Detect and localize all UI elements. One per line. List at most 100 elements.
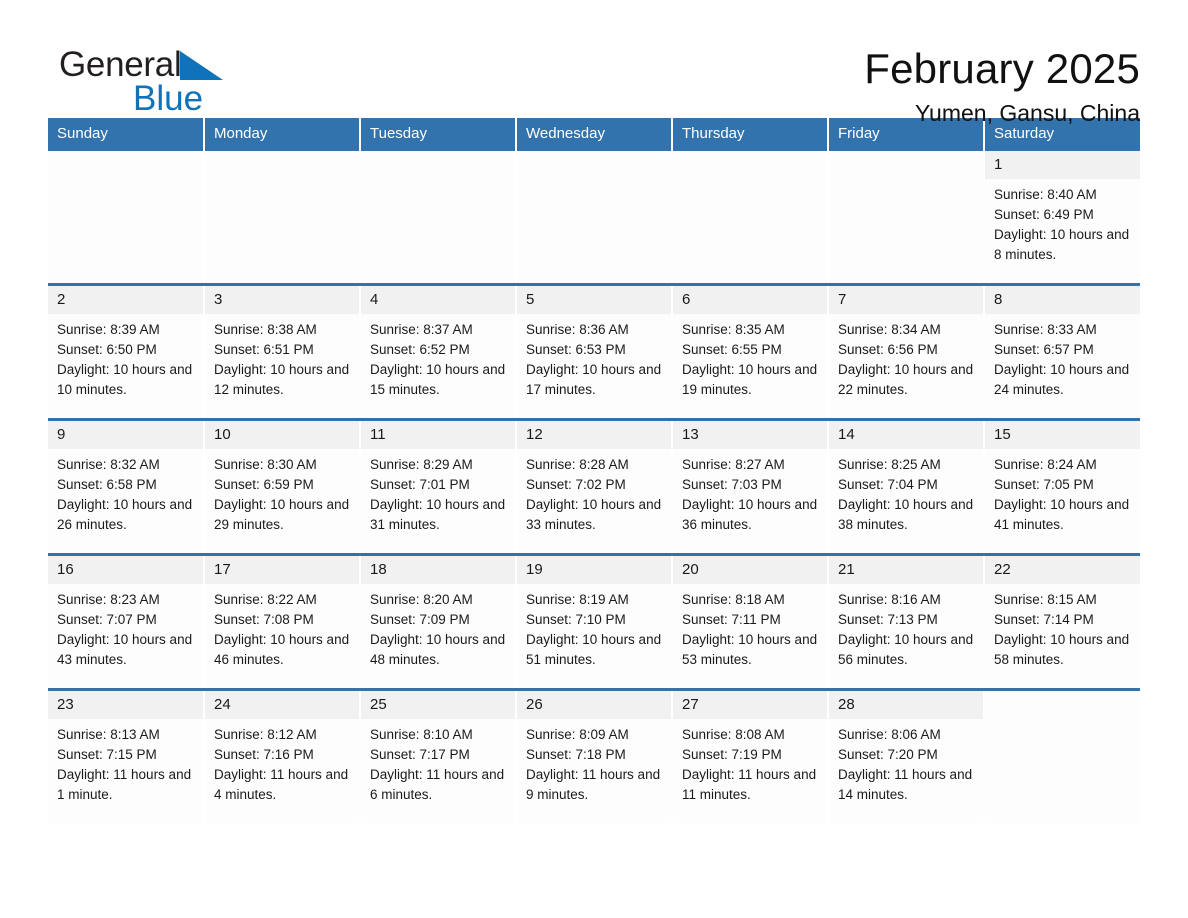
calendar-day-cell[interactable]: 28 Sunrise: 8:06 AM Sunset: 7:20 PM Dayligh… <box>828 688 985 823</box>
day-details: Sunrise: 8:18 AM Sunset: 7:11 PM Daylight:… <box>673 584 827 670</box>
sunrise-text: Sunrise: 8:35 AM <box>682 322 785 337</box>
calendar-day-cell[interactable]: 5 Sunrise: 8:36 AM Sunset: 6:53 PM Daylight… <box>516 283 673 420</box>
cell-inner: 12 Sunrise: 8:28 AM Sunset: 7:02 PM Dayligh… <box>517 421 671 553</box>
daylight-text: Daylight: 10 hours and 10 minutes. <box>57 362 193 397</box>
daylight-text: Daylight: 10 hours and 8 minutes. <box>994 227 1130 262</box>
sunrise-text: Sunrise: 8:40 AM <box>994 187 1097 202</box>
calendar-day-cell[interactable]: 15 Sunrise: 8:24 AM Sunset: 7:05 PM Dayligh… <box>984 418 1140 555</box>
calendar-day-cell[interactable]: 25 Sunrise: 8:10 AM Sunset: 7:17 PM Dayligh… <box>360 688 517 823</box>
sunrise-text: Sunrise: 8:36 AM <box>526 322 629 337</box>
day-number: 25 <box>361 691 515 719</box>
cell-inner: 13 Sunrise: 8:27 AM Sunset: 7:03 PM Dayligh… <box>673 421 827 553</box>
sunset-text: Sunset: 7:03 PM <box>682 477 782 492</box>
weekday-header-tuesday: Tuesday <box>360 118 517 151</box>
calendar-day-cell[interactable]: 4 Sunrise: 8:37 AM Sunset: 6:52 PM Daylight… <box>360 283 517 420</box>
sunrise-text: Sunrise: 8:18 AM <box>682 592 785 607</box>
page-header: General Blue February 2025 Yumen, Gansu,… <box>48 0 1140 126</box>
calendar-day-cell[interactable]: 27 Sunrise: 8:08 AM Sunset: 7:19 PM Dayligh… <box>672 688 829 823</box>
day-number: 28 <box>829 691 983 719</box>
calendar-day-cell[interactable]: 10 Sunrise: 8:30 AM Sunset: 6:59 PM Dayligh… <box>204 418 361 555</box>
sunset-text: Sunset: 7:02 PM <box>526 477 626 492</box>
sunrise-text: Sunrise: 8:29 AM <box>370 457 473 472</box>
day-number: 20 <box>673 556 827 584</box>
cell-inner: 25 Sunrise: 8:10 AM Sunset: 7:17 PM Dayligh… <box>361 691 515 823</box>
daylight-text: Daylight: 10 hours and 15 minutes. <box>370 362 506 397</box>
calendar-day-cell[interactable]: 13 Sunrise: 8:27 AM Sunset: 7:03 PM Dayligh… <box>672 418 829 555</box>
calendar-day-cell[interactable]: 26 Sunrise: 8:09 AM Sunset: 7:18 PM Dayligh… <box>516 688 673 823</box>
calendar-day-cell[interactable]: 7 Sunrise: 8:34 AM Sunset: 6:56 PM Daylight… <box>828 283 985 420</box>
day-details: Sunrise: 8:27 AM Sunset: 7:03 PM Daylight:… <box>673 449 827 535</box>
day-details: Sunrise: 8:38 AM Sunset: 6:51 PM Daylight:… <box>205 314 359 400</box>
calendar-day-cell[interactable]: 19 Sunrise: 8:19 AM Sunset: 7:10 PM Dayligh… <box>516 553 673 690</box>
calendar-day-cell[interactable]: 1 Sunrise: 8:40 AM Sunset: 6:49 PM Daylight… <box>984 151 1140 285</box>
cell-inner <box>985 691 1140 823</box>
calendar-day-cell[interactable]: 16 Sunrise: 8:23 AM Sunset: 7:07 PM Dayligh… <box>48 553 205 690</box>
calendar-day-cell[interactable]: 22 Sunrise: 8:15 AM Sunset: 7:14 PM Dayligh… <box>984 553 1140 690</box>
calendar-day-cell[interactable]: 11 Sunrise: 8:29 AM Sunset: 7:01 PM Dayligh… <box>360 418 517 555</box>
calendar-cell-empty <box>360 151 517 285</box>
day-details: Sunrise: 8:22 AM Sunset: 7:08 PM Daylight:… <box>205 584 359 670</box>
calendar-day-cell[interactable]: 17 Sunrise: 8:22 AM Sunset: 7:08 PM Dayligh… <box>204 553 361 690</box>
calendar-page: General Blue February 2025 Yumen, Gansu,… <box>0 0 1188 918</box>
sunset-text: Sunset: 6:51 PM <box>214 342 314 357</box>
daylight-text: Daylight: 10 hours and 46 minutes. <box>214 632 350 667</box>
daylight-text: Daylight: 10 hours and 17 minutes. <box>526 362 662 397</box>
sunset-text: Sunset: 6:55 PM <box>682 342 782 357</box>
day-number: 15 <box>985 421 1140 449</box>
sunset-text: Sunset: 6:57 PM <box>994 342 1094 357</box>
calendar-day-cell[interactable]: 3 Sunrise: 8:38 AM Sunset: 6:51 PM Daylight… <box>204 283 361 420</box>
calendar-day-cell[interactable]: 12 Sunrise: 8:28 AM Sunset: 7:02 PM Dayligh… <box>516 418 673 555</box>
cell-inner <box>517 151 671 283</box>
calendar-week-row: 2 Sunrise: 8:39 AM Sunset: 6:50 PM Daylight… <box>48 283 1140 420</box>
calendar-week-row: 1 Sunrise: 8:40 AM Sunset: 6:49 PM Daylight… <box>48 151 1140 285</box>
logo-text-general: General <box>59 45 182 84</box>
day-number: 21 <box>829 556 983 584</box>
day-number: 1 <box>985 151 1140 179</box>
day-number: 17 <box>205 556 359 584</box>
day-number: 6 <box>673 286 827 314</box>
cell-inner: 24 Sunrise: 8:12 AM Sunset: 7:16 PM Dayligh… <box>205 691 359 823</box>
sunrise-text: Sunrise: 8:09 AM <box>526 727 629 742</box>
sunrise-text: Sunrise: 8:25 AM <box>838 457 941 472</box>
calendar-week-row: 9 Sunrise: 8:32 AM Sunset: 6:58 PM Daylight… <box>48 418 1140 555</box>
cell-inner <box>829 151 983 283</box>
cell-inner: 16 Sunrise: 8:23 AM Sunset: 7:07 PM Dayligh… <box>48 556 203 688</box>
daylight-text: Daylight: 10 hours and 48 minutes. <box>370 632 506 667</box>
day-number: 18 <box>361 556 515 584</box>
calendar-day-cell[interactable]: 2 Sunrise: 8:39 AM Sunset: 6:50 PM Daylight… <box>48 283 205 420</box>
calendar-day-cell[interactable]: 8 Sunrise: 8:33 AM Sunset: 6:57 PM Daylight… <box>984 283 1140 420</box>
calendar-day-cell[interactable]: 14 Sunrise: 8:25 AM Sunset: 7:04 PM Dayligh… <box>828 418 985 555</box>
day-number <box>985 691 1140 719</box>
title-block: February 2025 Yumen, Gansu, China <box>864 44 1140 128</box>
cell-inner: 23 Sunrise: 8:13 AM Sunset: 7:15 PM Dayligh… <box>48 691 203 823</box>
weekday-header-thursday: Thursday <box>672 118 829 151</box>
calendar-day-cell[interactable]: 23 Sunrise: 8:13 AM Sunset: 7:15 PM Dayligh… <box>48 688 205 823</box>
day-number: 13 <box>673 421 827 449</box>
daylight-text: Daylight: 10 hours and 22 minutes. <box>838 362 974 397</box>
calendar-day-cell[interactable]: 6 Sunrise: 8:35 AM Sunset: 6:55 PM Daylight… <box>672 283 829 420</box>
daylight-text: Daylight: 10 hours and 24 minutes. <box>994 362 1130 397</box>
cell-inner: 14 Sunrise: 8:25 AM Sunset: 7:04 PM Dayligh… <box>829 421 983 553</box>
calendar-cell-empty <box>516 151 673 285</box>
day-number: 24 <box>205 691 359 719</box>
day-details: Sunrise: 8:25 AM Sunset: 7:04 PM Daylight:… <box>829 449 983 535</box>
day-number: 26 <box>517 691 671 719</box>
cell-inner <box>673 151 827 283</box>
daylight-text: Daylight: 10 hours and 38 minutes. <box>838 497 974 532</box>
triangle-icon <box>180 51 224 80</box>
cell-inner: 4 Sunrise: 8:37 AM Sunset: 6:52 PM Daylight… <box>361 286 515 418</box>
sunset-text: Sunset: 7:10 PM <box>526 612 626 627</box>
calendar-day-cell[interactable]: 24 Sunrise: 8:12 AM Sunset: 7:16 PM Dayligh… <box>204 688 361 823</box>
day-number: 22 <box>985 556 1140 584</box>
calendar-day-cell[interactable]: 20 Sunrise: 8:18 AM Sunset: 7:11 PM Dayligh… <box>672 553 829 690</box>
sunrise-sunset-calendar-table: Sunday Monday Tuesday Wednesday Thursday Frid… <box>48 118 1140 823</box>
cell-inner: 22 Sunrise: 8:15 AM Sunset: 7:14 PM Dayligh… <box>985 556 1140 688</box>
day-details: Sunrise: 8:33 AM Sunset: 6:57 PM Daylight:… <box>985 314 1140 400</box>
calendar-day-cell[interactable]: 9 Sunrise: 8:32 AM Sunset: 6:58 PM Daylight… <box>48 418 205 555</box>
daylight-text: Daylight: 10 hours and 58 minutes. <box>994 632 1130 667</box>
sunset-text: Sunset: 6:58 PM <box>57 477 157 492</box>
calendar-day-cell[interactable]: 21 Sunrise: 8:16 AM Sunset: 7:13 PM Dayligh… <box>828 553 985 690</box>
sunset-text: Sunset: 7:20 PM <box>838 747 938 762</box>
calendar-day-cell[interactable]: 18 Sunrise: 8:20 AM Sunset: 7:09 PM Dayligh… <box>360 553 517 690</box>
day-number <box>361 151 515 179</box>
